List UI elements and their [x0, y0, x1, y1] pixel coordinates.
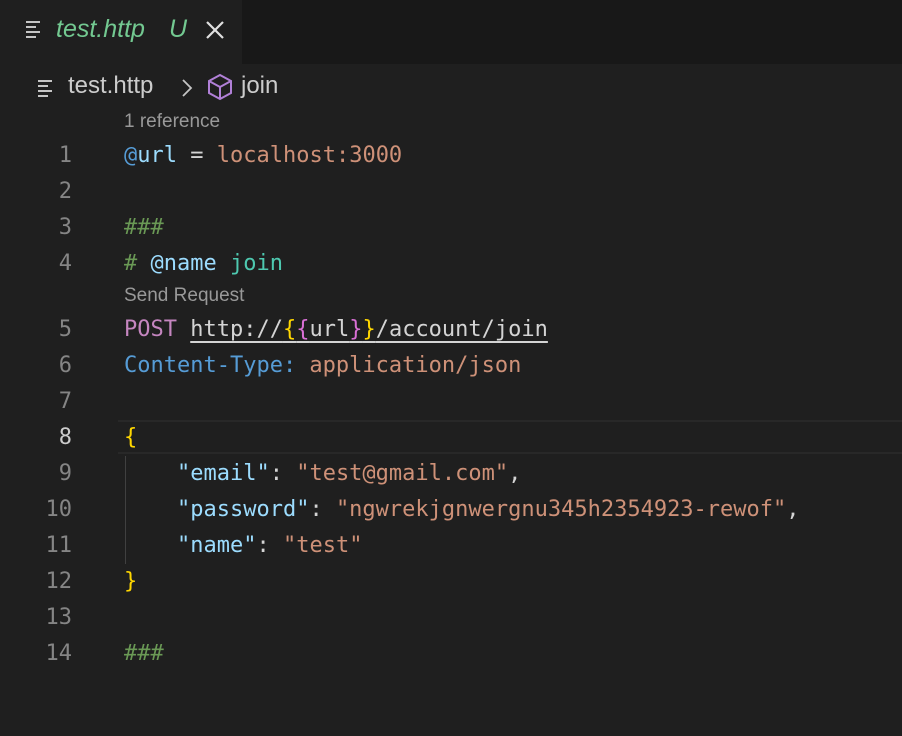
- json-colon: :: [256, 533, 283, 558]
- code-line-12: }: [124, 569, 137, 594]
- line-number: 1: [58, 143, 72, 168]
- code-line-6: Content-Type: application/json: [124, 353, 521, 378]
- variable-at: @: [124, 143, 138, 168]
- json-value: "ngwrekjgnwergnu345h2354923-rewof": [335, 497, 787, 522]
- line-number: 9: [58, 461, 72, 486]
- request-separator: ###: [124, 215, 164, 240]
- code-line-9: "email": "test@gmail.com",: [124, 461, 521, 486]
- tab-label: test.http: [56, 15, 145, 43]
- current-line-highlight: [118, 420, 902, 454]
- url-open-brace-1: {: [282, 317, 297, 342]
- json-comma: ,: [786, 497, 800, 522]
- line-number: 13: [45, 605, 73, 630]
- assign-op: =: [177, 143, 217, 168]
- untracked-badge: U: [169, 15, 188, 43]
- code-line-11: "name": "test": [124, 533, 362, 558]
- json-comma: ,: [508, 461, 522, 486]
- request-separator: ###: [124, 641, 164, 666]
- cube-icon: [208, 73, 232, 101]
- url-variable: url: [309, 317, 350, 342]
- code-line-14: ###: [124, 641, 164, 666]
- tab-test-http[interactable]: test.http U: [0, 0, 242, 64]
- line-number: 6: [58, 353, 72, 378]
- json-key: "name": [176, 533, 257, 558]
- code-line-10: "password": "ngwrekjgnwergnu345h2354923-…: [124, 497, 800, 522]
- request-name: join: [216, 251, 283, 276]
- json-key: "password": [176, 497, 310, 522]
- json-colon: :: [309, 497, 336, 522]
- url-prefix: http://: [190, 317, 283, 342]
- header-value: application/json: [296, 353, 522, 378]
- comment-hash: #: [124, 251, 151, 276]
- request-url[interactable]: http://{{url}}/account/join: [190, 317, 548, 342]
- breadcrumb-file[interactable]: test.http: [68, 72, 153, 100]
- name-directive: @name: [150, 251, 217, 276]
- url-open-brace-2: {: [296, 317, 310, 342]
- line-number: 7: [58, 389, 72, 414]
- json-colon: :: [269, 461, 297, 486]
- code-line-3: ###: [124, 215, 164, 240]
- tab-bar: test.http U: [0, 0, 902, 64]
- codelens-send-request[interactable]: Send Request: [124, 285, 244, 307]
- line-number: 5: [58, 317, 72, 342]
- code-line-4: # @name join: [124, 251, 283, 276]
- code-line-8: {: [124, 425, 137, 450]
- url-suffix: /account/join: [375, 317, 548, 342]
- line-number: 14: [45, 641, 73, 666]
- open-brace: {: [124, 425, 138, 450]
- variable-name: url: [137, 143, 177, 168]
- codelens-references[interactable]: 1 reference: [124, 111, 220, 133]
- json-value: "test@gmail.com": [296, 461, 509, 486]
- code-line-1: @url = localhost:3000: [124, 143, 402, 168]
- url-close-brace-2: }: [362, 317, 376, 342]
- line-number: 3: [58, 215, 72, 240]
- http-method: POST: [124, 317, 177, 342]
- close-brace: }: [124, 569, 138, 594]
- line-number: 10: [45, 497, 73, 522]
- line-number: 4: [58, 251, 72, 276]
- header-name: Content-Type:: [124, 353, 297, 378]
- json-key: "email": [176, 461, 270, 486]
- line-number: 2: [58, 179, 72, 204]
- line-number: 11: [45, 533, 73, 558]
- line-number-active: 8: [58, 425, 72, 450]
- variable-value: localhost:3000: [216, 143, 403, 168]
- file-lines-icon: [38, 80, 52, 97]
- json-value: "test": [282, 533, 363, 558]
- chevron-right-icon: [182, 79, 193, 97]
- line-number: 12: [45, 569, 73, 594]
- close-icon[interactable]: [204, 19, 226, 41]
- code-line-5: POST http://{{url}}/account/join: [124, 317, 548, 342]
- breadcrumb-symbol[interactable]: join: [241, 72, 278, 100]
- url-close-brace-1: }: [349, 317, 363, 342]
- file-lines-icon: [26, 21, 40, 38]
